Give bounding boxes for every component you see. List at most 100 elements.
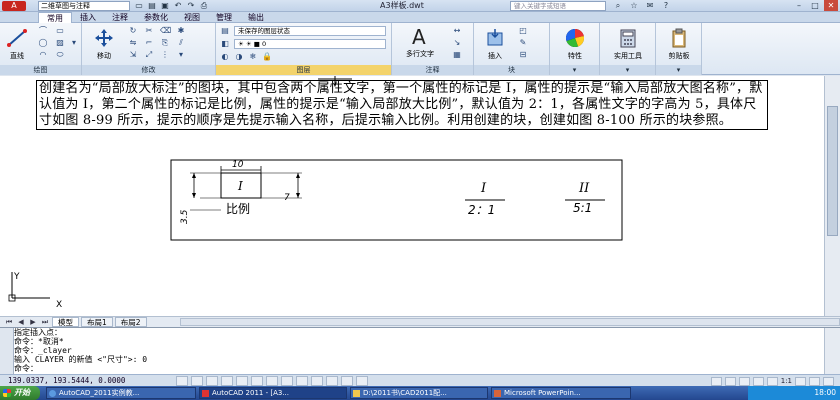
properties-panel-title[interactable]: ▾ (550, 65, 599, 75)
copy-icon[interactable]: ⎘ (160, 38, 170, 48)
3dosnap-toggle[interactable] (251, 376, 263, 386)
search-input[interactable]: 键入关键字或短语 (510, 1, 606, 11)
tab-parametric[interactable]: 参数化 (136, 12, 176, 23)
workspace-dropdown[interactable]: 二维草图与注释 (38, 1, 130, 11)
modify-panel-title[interactable]: 修改 (82, 65, 215, 75)
draw-panel-title[interactable]: 绘图 (0, 65, 81, 75)
command-input[interactable]: 命令： (14, 364, 824, 373)
rectangle-icon[interactable]: ▭ (55, 26, 65, 36)
clipboard-panel-title[interactable]: ▾ (656, 65, 701, 75)
pan-icon[interactable] (738, 376, 750, 386)
tab-annotate[interactable]: 注释 (104, 12, 136, 23)
create-block-icon[interactable]: ◰ (518, 26, 528, 36)
horizontal-scrollbar[interactable] (180, 318, 840, 326)
next-tab-icon[interactable]: ▶ (28, 318, 38, 326)
vertical-scrollbar[interactable] (824, 76, 840, 316)
edit-attribute-icon[interactable]: ⊟ (518, 50, 528, 60)
current-layer-dropdown[interactable]: ☀ ☀ ■ 0 (234, 39, 386, 49)
layer-lock-icon[interactable]: 🔒 (262, 52, 272, 62)
clean-screen-icon[interactable] (823, 376, 834, 386)
help-icon[interactable]: ? (660, 0, 672, 12)
block-panel-title[interactable]: 块 (474, 65, 549, 75)
layer-freeze-icon[interactable]: ❄ (248, 52, 258, 62)
layer-state-dropdown[interactable]: 未保存的图层状态 (234, 26, 386, 36)
offset-icon[interactable]: ⫽ (176, 38, 186, 48)
layer-state-icon[interactable]: ◧ (220, 39, 230, 49)
tray-clock[interactable]: 18:00 (814, 388, 836, 397)
layer-isolate-icon[interactable]: ◑ (234, 52, 244, 62)
last-tab-icon[interactable]: ⏭ (40, 318, 50, 327)
sc-toggle[interactable] (356, 376, 368, 386)
arc-icon[interactable]: ◠ (38, 50, 48, 60)
osnap-toggle[interactable] (236, 376, 248, 386)
rotate-icon[interactable]: ↻ (128, 26, 138, 36)
undo-icon[interactable]: ↶ (173, 1, 183, 11)
clipboard-button[interactable]: 剪贴板 (660, 27, 698, 61)
trim-icon[interactable]: ✂ (144, 26, 154, 36)
redo-icon[interactable]: ↷ (186, 1, 196, 11)
minimize-icon[interactable]: – (792, 0, 806, 11)
annotation-scale[interactable]: 1:1 (781, 377, 792, 385)
utilities-button[interactable]: 实用工具 (604, 27, 652, 61)
command-line-grip[interactable] (0, 328, 14, 375)
tab-layout1[interactable]: 布局1 (81, 317, 113, 327)
drawing-canvas[interactable]: 创建名为“局部放大标注”的图块，其中包含两个属性文字，第一个属性的标记是 I，属… (0, 76, 824, 316)
edit-block-icon[interactable]: ✎ (518, 38, 528, 48)
start-button[interactable]: 开始 (0, 386, 40, 400)
ducs-toggle[interactable] (281, 376, 293, 386)
tab-model[interactable]: 模型 (52, 317, 79, 327)
tab-home[interactable]: 常用 (38, 12, 72, 23)
annotation-panel-title[interactable]: 注释 (392, 65, 473, 75)
tab-manage[interactable]: 管理 (208, 12, 240, 23)
subscription-icon[interactable]: ☆ (628, 0, 640, 12)
snap-toggle[interactable] (176, 376, 188, 386)
modify-more-icon[interactable]: ▾ (176, 50, 186, 60)
move-tool-button[interactable]: 移动 (90, 27, 118, 61)
fillet-icon[interactable]: ⌐ (144, 38, 154, 48)
draw-more-icon[interactable]: ▾ (69, 38, 79, 48)
insert-block-button[interactable]: 插入 (480, 27, 510, 61)
otrack-toggle[interactable] (266, 376, 278, 386)
erase-icon[interactable]: ⌫ (160, 26, 171, 36)
explode-icon[interactable]: ✱ (176, 26, 186, 36)
circle-icon[interactable]: ◯ (38, 38, 48, 48)
utilities-panel-title[interactable]: ▾ (600, 65, 655, 75)
stretch-icon[interactable]: ⇲ (128, 50, 138, 60)
polar-toggle[interactable] (221, 376, 233, 386)
mirror-icon[interactable]: ⇋ (128, 38, 138, 48)
mtext-button[interactable]: A 多行文字 (396, 25, 444, 59)
scale-icon[interactable]: ⤢ (144, 50, 154, 60)
layer-properties-icon[interactable]: ▤ (220, 26, 230, 36)
ellipse-icon[interactable]: ⬭ (55, 50, 65, 60)
scrollbar-thumb[interactable] (827, 106, 838, 236)
task-button-autocad[interactable]: AutoCAD 2011 - [A3... (199, 387, 347, 399)
tab-output[interactable]: 输出 (240, 12, 272, 23)
tab-insert[interactable]: 插入 (72, 12, 104, 23)
qp-toggle[interactable] (341, 376, 353, 386)
workspace-switch-icon[interactable] (795, 376, 806, 386)
line-tool-button[interactable]: 直线 (4, 27, 30, 61)
leader-icon[interactable]: ↘ (452, 38, 462, 48)
command-scrollbar[interactable] (824, 328, 840, 375)
dyn-toggle[interactable] (296, 376, 308, 386)
maximize-icon[interactable]: □ (808, 0, 822, 11)
array-icon[interactable]: ⋮ (160, 50, 170, 60)
prev-tab-icon[interactable]: ◀ (16, 318, 26, 326)
task-button-folder[interactable]: D:\2011书\CAD2011配... (350, 387, 488, 399)
dimension-icon[interactable]: ↔ (452, 26, 462, 36)
hatch-icon[interactable]: ▨ (55, 38, 65, 48)
print-icon[interactable]: ⎙ (199, 1, 209, 11)
communication-icon[interactable]: ✉ (644, 0, 656, 12)
table-icon[interactable]: ▦ (452, 50, 462, 60)
model-space-icon[interactable] (710, 376, 722, 386)
ortho-toggle[interactable] (206, 376, 218, 386)
binoculars-icon[interactable]: ⌕ (612, 0, 624, 12)
tab-layout2[interactable]: 布局2 (114, 317, 147, 327)
grid-toggle[interactable] (191, 376, 203, 386)
application-menu-button[interactable]: A (2, 1, 26, 11)
new-file-icon[interactable]: ▭ (134, 1, 144, 11)
properties-button[interactable]: 特性 (554, 27, 596, 61)
open-file-icon[interactable]: ▤ (147, 1, 157, 11)
zoom-icon[interactable] (752, 376, 764, 386)
lwt-toggle[interactable] (311, 376, 323, 386)
